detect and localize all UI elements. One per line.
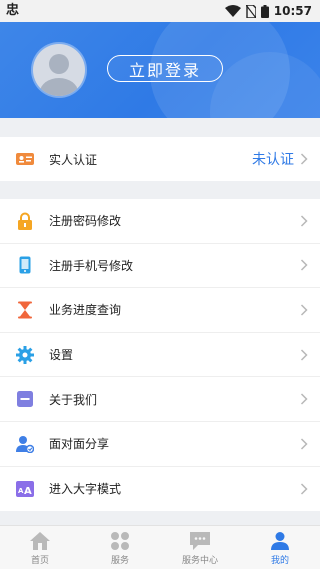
- chevron-right-icon: [300, 438, 308, 450]
- auth-status: 未认证: [252, 152, 294, 168]
- menu-item-progress[interactable]: 业务进度查询: [0, 288, 320, 333]
- phone-icon: [19, 256, 31, 274]
- tab-label: 首页: [30, 556, 49, 566]
- chevron-right-icon: [300, 153, 308, 165]
- avatar[interactable]: [33, 44, 85, 96]
- hourglass-icon: [18, 301, 32, 319]
- menu-item-label: 注册手机号修改: [49, 258, 134, 273]
- menu-item-label: 面对面分享: [49, 437, 110, 452]
- bottom-tab-bar: 首页 服务 服务中心 我的: [0, 525, 320, 569]
- tab-services[interactable]: 服务: [80, 526, 160, 569]
- status-icons: 10:57: [224, 3, 312, 19]
- menu-item-phone[interactable]: 注册手机号修改: [0, 244, 320, 289]
- menu-item-label: 业务进度查询: [49, 303, 122, 318]
- menu-item-label: 关于我们: [49, 392, 98, 407]
- tab-service-center[interactable]: 服务中心: [160, 526, 240, 569]
- login-button[interactable]: 立即登录: [107, 55, 223, 82]
- menu-item-about[interactable]: 关于我们: [0, 377, 320, 422]
- chat-icon: [190, 532, 210, 550]
- lock-icon: [18, 212, 32, 230]
- grid-icon: [111, 532, 129, 550]
- wifi-icon: [224, 5, 241, 17]
- no-sim-icon: [245, 4, 256, 18]
- chevron-right-icon: [300, 259, 308, 271]
- tab-label: 服务: [110, 556, 129, 566]
- gear-icon: [16, 345, 34, 364]
- minus-square-icon: [17, 391, 33, 408]
- svg-text:A: A: [24, 486, 32, 497]
- auth-card: 实人认证 未认证: [0, 137, 320, 181]
- chevron-right-icon: [300, 393, 308, 405]
- chevron-right-icon: [300, 349, 308, 361]
- clock: 10:57: [273, 4, 312, 18]
- app-logo-icon: 忠: [6, 3, 20, 18]
- menu-item-password[interactable]: 注册密码修改: [0, 199, 320, 244]
- status-bar: 忠 10:57: [0, 0, 320, 22]
- menu-item-settings[interactable]: 设置: [0, 333, 320, 378]
- default-avatar-icon: [40, 54, 78, 96]
- auth-label: 实人认证: [49, 152, 98, 167]
- chevron-right-icon: [300, 483, 308, 495]
- auth-row[interactable]: 实人认证 未认证: [0, 137, 320, 181]
- tab-label: 服务中心: [181, 556, 218, 566]
- tab-mine[interactable]: 我的: [240, 526, 320, 569]
- profile-header: 立即登录: [0, 22, 320, 118]
- battery-icon: [260, 4, 269, 18]
- font-size-icon: A A: [16, 480, 34, 497]
- chevron-right-icon: [300, 304, 308, 316]
- menu-card: 注册密码修改 注册手机号修改 业务进度查询 设置 关于我们 面对面分享 A A …: [0, 199, 320, 512]
- user-icon: [271, 532, 289, 550]
- chevron-right-icon: [300, 215, 308, 227]
- menu-item-label: 注册密码修改: [49, 214, 122, 229]
- menu-item-share[interactable]: 面对面分享: [0, 422, 320, 467]
- menu-item-large-font[interactable]: A A 进入大字模式: [0, 467, 320, 512]
- share-user-icon: [16, 435, 34, 453]
- menu-item-label: 进入大字模式: [49, 482, 122, 497]
- tab-home[interactable]: 首页: [0, 526, 80, 569]
- menu-item-label: 设置: [49, 348, 74, 363]
- home-icon: [30, 532, 50, 550]
- tab-label: 我的: [270, 556, 289, 566]
- id-card-icon: [16, 153, 34, 165]
